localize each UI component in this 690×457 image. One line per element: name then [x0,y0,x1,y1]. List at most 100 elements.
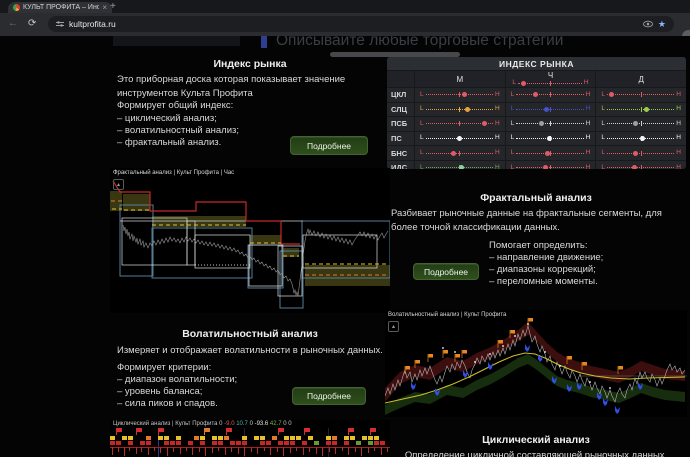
table-row: ПСLHLHLH [387,132,686,147]
market-index-details-button[interactable]: Подробнее [290,136,368,155]
site-favicon [13,4,20,11]
tick-mark [129,447,130,451]
tick-mark [225,447,226,455]
address-bar[interactable]: kultprofita.ru ★ [48,16,674,32]
tick-mark [342,447,343,451]
range-indicator: LH [601,120,681,127]
tick-mark [154,447,155,451]
url-text: kultprofita.ru [69,19,116,29]
fractal-description: Разбивает рыночные данные на фрактальные… [391,207,683,236]
panel-col-ch: Ч LH [505,71,596,87]
heat-square [284,441,289,445]
refresh-icon[interactable]: ⟳ [28,18,36,29]
heat-square [128,441,133,445]
list-item: – сила пиков и спадов. [117,397,218,411]
page-title: Описывайте любые торговые стратегии [276,36,563,50]
volatility-details-button[interactable]: Подробнее [292,387,366,405]
tick-mark [303,447,304,455]
range-indicator: LH [420,106,500,113]
bookmark-star-icon[interactable]: ★ [658,20,666,29]
range-indicator: LH [420,164,500,169]
tune-icon [56,20,64,28]
volatility-chart: Волатильностный анализ | Культ Профита ▴ [385,310,687,417]
heat-square [356,441,361,445]
chart-collapse-icon[interactable]: ▴ [388,321,399,332]
tick-mark [212,447,213,453]
browser-tab[interactable]: КУЛЬТ ПРОФИТА – Информ... × [8,2,112,13]
section-title-cyclic: Циклический анализ [389,434,683,446]
new-tab-button[interactable]: + [110,1,116,12]
heat-square [380,441,385,445]
heat-square [212,436,217,440]
heat-square [296,436,301,440]
chart-collapse-icon[interactable]: ▴ [113,179,124,190]
heat-square [374,441,379,445]
tick-mark [348,447,349,455]
page-content: Описывайте любые торговые стратегии Инде… [0,36,690,457]
fractal-chart: Фрактальный анализ | Культ Профита | Час… [110,168,390,313]
hero-accent-mark [261,36,267,48]
tab-close-icon[interactable]: × [102,4,107,12]
heat-square [308,436,313,440]
heat-square [176,436,181,440]
heat-square [110,441,115,445]
heat-square [200,441,205,445]
tick-mark [309,447,310,452]
tick-mark [192,447,193,455]
range-indicator: LH [601,91,681,98]
fractal-chart-canvas [110,168,390,313]
tick-mark [231,447,232,452]
tick-mark [244,447,245,456]
tick-mark [335,447,336,454]
volatility-chart-canvas [385,310,687,417]
heat-square [290,436,295,440]
heat-square [146,441,151,445]
heat-square [326,441,331,445]
heat-square [362,436,367,440]
flag-icon [226,428,227,435]
index-panel-header-slider: LH [512,80,588,87]
flag-icon [116,428,117,435]
heat-square [170,441,175,445]
tick-mark [381,447,382,455]
tick-mark [148,447,149,455]
tick-mark [277,447,278,452]
range-indicator: LH [420,120,500,127]
tick-mark [257,447,258,454]
heat-square [260,436,265,440]
table-row: ПСБLHLHLH [387,117,686,132]
tick-mark [329,447,330,452]
range-indicator: LH [511,150,591,157]
tick-mark [118,447,119,452]
heat-square [332,436,337,440]
heat-square [278,441,283,445]
tick-mark [368,447,369,453]
heat-square [284,436,289,440]
heat-square [164,441,169,445]
tick-mark [290,447,291,453]
cyclic-chart: Циклический анализ | Культ Профита 0 -9.… [110,420,390,457]
heat-square [230,441,235,445]
tick-mark [316,447,317,454]
heat-square [332,441,337,445]
section-title-fractal: Фрактальный анализ [389,192,683,204]
heat-square [140,441,145,445]
heat-square [218,436,223,440]
heat-square [224,436,229,440]
heat-square [254,436,259,440]
heat-square [272,436,277,440]
index-panel-body: ЦКЛLHLHLHСЛЦLHLHLHПСБLHLHLHПСLHLHLHБНСLH… [387,88,686,169]
range-indicator: LH [601,135,681,142]
flag-icon [136,428,137,435]
fractal-details-button[interactable]: Подробнее [413,263,479,280]
heat-square [122,436,127,440]
flag-icon [348,428,349,435]
eye-icon[interactable] [643,20,653,28]
browser-toolbar: ← ⟳ kultprofita.ru ★ [0,13,690,36]
back-icon[interactable]: ← [8,18,18,29]
tick-mark [124,447,125,456]
heat-square [326,436,331,440]
tick-mark [186,447,187,451]
tick-mark [264,447,265,451]
heat-square [260,441,265,445]
